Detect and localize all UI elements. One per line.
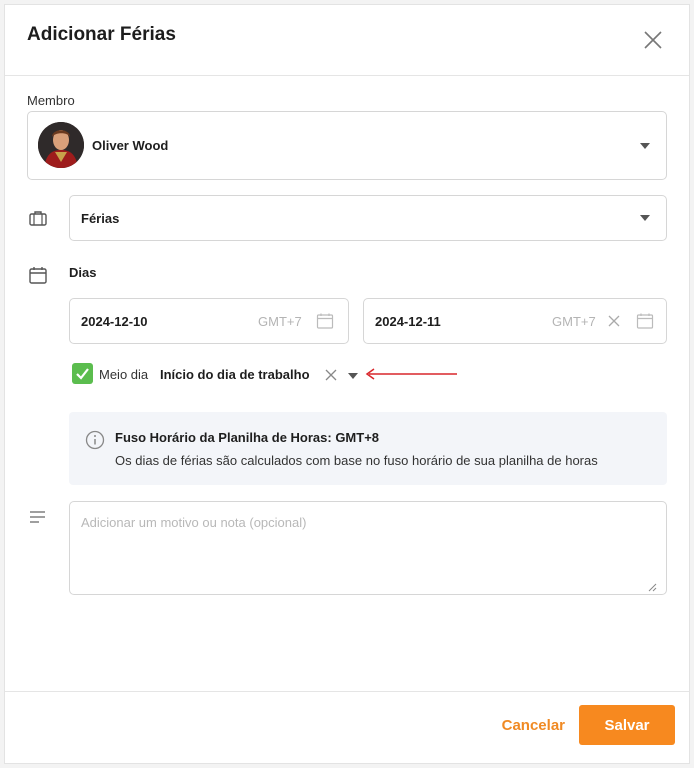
clear-icon[interactable] (607, 314, 621, 328)
caret-down-icon (640, 142, 650, 149)
modal-title: Adicionar Férias (27, 24, 176, 45)
info-text: Os dias de férias são calculados com bas… (115, 453, 598, 468)
add-leave-modal: Adicionar Férias Membro Oliver Wood Féri… (4, 4, 690, 764)
leave-type-value: Férias (81, 211, 120, 226)
info-title: Fuso Horário da Planilha de Horas: GMT+8 (115, 430, 380, 445)
days-label: Dias (69, 265, 97, 280)
annotation-arrow (365, 368, 457, 380)
cancel-button[interactable]: Cancelar (502, 717, 565, 734)
save-button[interactable]: Salvar (579, 705, 675, 745)
calendar-icon[interactable] (316, 312, 334, 330)
caret-down-icon (640, 215, 650, 221)
modal-footer: Cancelar Salvar (5, 691, 689, 763)
half-day-label: Meio dia (99, 367, 149, 382)
leave-type-select[interactable]: Férias (69, 195, 667, 241)
start-timezone: GMT+7 (258, 314, 302, 329)
briefcase-icon (28, 208, 48, 228)
note-textarea[interactable] (69, 501, 667, 595)
half-day-option-select[interactable]: Início do dia de trabalho (160, 367, 310, 382)
calendar-icon[interactable] (636, 312, 654, 330)
end-date-field[interactable]: 2024-12-11 GMT+7 (363, 298, 667, 344)
timezone-info-box: Fuso Horário da Planilha de Horas: GMT+8… (69, 412, 667, 485)
text-lines-icon (28, 507, 48, 527)
close-icon[interactable] (641, 28, 665, 52)
resize-handle[interactable] (648, 583, 657, 592)
caret-down-icon[interactable] (348, 373, 358, 379)
clear-icon[interactable] (324, 368, 338, 382)
start-date-field[interactable]: 2024-12-10 GMT+7 (69, 298, 349, 344)
modal-header: Adicionar Férias (5, 5, 689, 76)
avatar (38, 122, 84, 168)
member-label: Membro (27, 93, 75, 108)
member-select[interactable]: Oliver Wood (27, 111, 667, 180)
calendar-icon (28, 265, 48, 285)
end-timezone: GMT+7 (552, 314, 596, 329)
info-icon (85, 430, 105, 450)
member-name: Oliver Wood (92, 138, 169, 153)
end-date-value: 2024-12-11 (375, 314, 441, 329)
start-date-value: 2024-12-10 (81, 314, 148, 329)
half-day-checkbox[interactable] (72, 363, 93, 384)
